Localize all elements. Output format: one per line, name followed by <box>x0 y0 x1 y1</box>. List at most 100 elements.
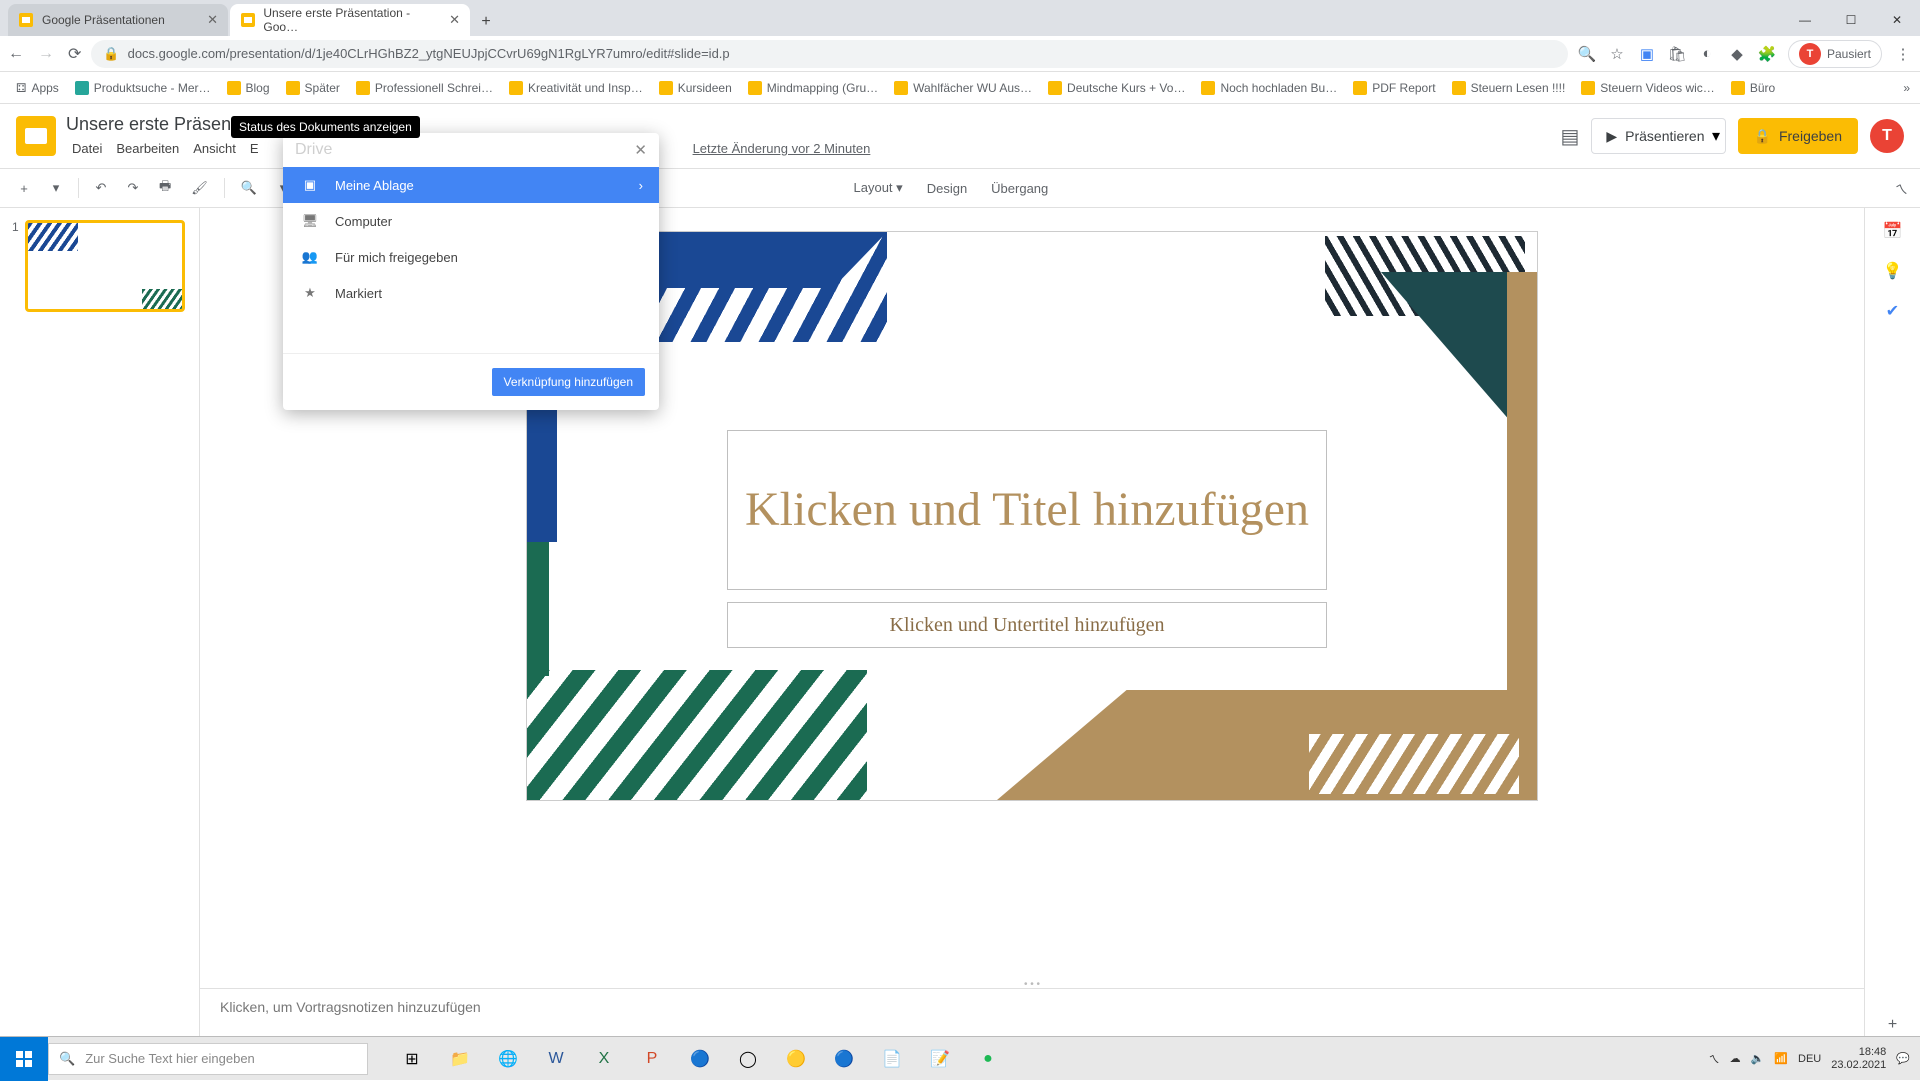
keep-icon[interactable]: 💡 <box>1882 260 1904 282</box>
bookmark-item[interactable]: Steuern Videos wic… <box>1575 81 1721 95</box>
zoom-button[interactable]: 🔍 <box>235 175 263 201</box>
extensions-button[interactable]: 🧩 <box>1758 45 1776 63</box>
menu-view[interactable]: Ansicht <box>187 139 242 158</box>
bookmark-item[interactable]: Professionell Schrei… <box>350 81 499 95</box>
start-button[interactable] <box>0 1037 48 1081</box>
menu-edit[interactable]: Bearbeiten <box>110 139 185 158</box>
extension-icon[interactable]: ◐ <box>1698 45 1716 63</box>
bookmark-item[interactable]: Blog <box>221 81 276 95</box>
maximize-button[interactable]: ☐ <box>1828 4 1874 36</box>
account-avatar[interactable]: T <box>1870 119 1904 153</box>
popover-item-shared[interactable]: 👥 Für mich freigegeben <box>283 239 659 275</box>
popover-item-starred[interactable]: ★ Markiert <box>283 275 659 311</box>
bookmark-item[interactable]: Später <box>280 81 346 95</box>
slide-thumbnail[interactable] <box>25 220 185 312</box>
add-addon-button[interactable]: + <box>1882 1014 1904 1036</box>
taskbar-app[interactable]: 📝 <box>916 1037 964 1081</box>
menu-truncated[interactable]: E <box>244 139 265 158</box>
taskbar-app-explorer[interactable]: 📁 <box>436 1037 484 1081</box>
reload-button[interactable]: ⟳ <box>68 44 81 64</box>
add-shortcut-button[interactable]: Verknüpfung hinzufügen <box>492 368 645 396</box>
last-edit-link[interactable]: Letzte Änderung vor 2 Minuten <box>687 139 877 158</box>
minimize-button[interactable]: — <box>1782 4 1828 36</box>
extension-icon[interactable]: ◆ <box>1728 45 1746 63</box>
address-bar: ← → ⟳ 🔒 docs.google.com/presentation/d/1… <box>0 36 1920 72</box>
bookmark-item[interactable]: Büro <box>1725 81 1781 95</box>
chrome-menu-button[interactable]: ⋮ <box>1894 45 1912 63</box>
close-window-button[interactable]: ✕ <box>1874 4 1920 36</box>
extension-icon[interactable]: 🛍 <box>1668 45 1686 63</box>
redo-button[interactable]: ↷ <box>121 175 145 201</box>
apps-button[interactable]: ⚃Apps <box>10 81 65 95</box>
taskbar-app-spotify[interactable]: ● <box>964 1037 1012 1081</box>
bookmark-item[interactable]: Produktsuche - Mer… <box>69 81 217 95</box>
bookmark-item[interactable]: Kursideen <box>653 81 738 95</box>
menu-file[interactable]: Datei <box>66 139 108 158</box>
present-button[interactable]: ▶ Präsentieren <box>1591 118 1719 154</box>
tray-volume-icon[interactable]: 🔈 <box>1751 1052 1765 1065</box>
browser-tab[interactable]: Google Präsentationen ✕ <box>8 4 228 36</box>
bookmark-item[interactable]: Steuern Lesen !!!! <box>1446 81 1572 95</box>
popover-item-my-drive[interactable]: ▣ Meine Ablage › <box>283 167 659 203</box>
back-button[interactable]: ← <box>8 45 24 63</box>
design-button[interactable]: Design <box>919 177 975 200</box>
taskbar-app[interactable]: ◯ <box>724 1037 772 1081</box>
collapse-toolbar-button[interactable]: ㄟ <box>1895 179 1908 198</box>
task-view-button[interactable]: ⊞ <box>388 1037 436 1081</box>
layout-dropdown[interactable]: Layout ▾ <box>846 176 911 200</box>
tray-chevron-icon[interactable]: ㄟ <box>1709 1051 1720 1067</box>
zoom-icon[interactable]: 🔍 <box>1578 45 1596 63</box>
taskbar-app[interactable]: 🌐 <box>484 1037 532 1081</box>
bookmark-item[interactable]: PDF Report <box>1347 81 1441 95</box>
bookmark-item[interactable]: Noch hochladen Bu… <box>1195 81 1343 95</box>
taskbar-app-word[interactable]: W <box>532 1037 580 1081</box>
browser-tab-active[interactable]: Unsere erste Präsentation - Goo… ✕ <box>230 4 470 36</box>
share-button[interactable]: 🔒 Freigeben <box>1738 118 1858 154</box>
url-input[interactable]: 🔒 docs.google.com/presentation/d/1je40CL… <box>91 40 1568 68</box>
new-slide-dropdown[interactable]: ▾ <box>44 175 68 201</box>
bookmark-item[interactable]: Kreativität und Insp… <box>503 81 649 95</box>
bookmark-item[interactable]: Wahlfächer WU Aus… <box>888 81 1038 95</box>
taskbar-app-chrome[interactable]: 🟡 <box>772 1037 820 1081</box>
tray-cloud-icon[interactable]: ☁ <box>1730 1052 1741 1065</box>
popover-item-computer[interactable]: 🖥 Computer <box>283 203 659 239</box>
taskbar-search[interactable]: 🔍 Zur Suche Text hier eingeben <box>48 1043 368 1075</box>
tray-clock[interactable]: 18:48 23.02.2021 <box>1831 1046 1886 1071</box>
undo-button[interactable]: ↶ <box>89 175 113 201</box>
present-dropdown[interactable]: ▾ <box>1708 118 1726 154</box>
slides-logo-icon[interactable] <box>16 116 56 156</box>
close-icon[interactable]: ✕ <box>634 141 647 159</box>
tray-notifications-icon[interactable]: 💬 <box>1896 1052 1910 1065</box>
taskbar-app[interactable]: 🔵 <box>676 1037 724 1081</box>
comments-button[interactable]: ▤ <box>1560 124 1579 149</box>
bookmark-item[interactable]: Deutsche Kurs + Vo… <box>1042 81 1191 95</box>
slide-decoration <box>1277 272 1537 452</box>
bookmarks-overflow[interactable]: » <box>1903 81 1910 95</box>
close-icon[interactable]: ✕ <box>449 12 460 28</box>
transition-button[interactable]: Übergang <box>983 177 1056 200</box>
paint-format-button[interactable]: 🖌 <box>185 175 214 201</box>
lock-icon: 🔒 <box>103 46 119 62</box>
taskbar-app-powerpoint[interactable]: P <box>628 1037 676 1081</box>
print-button[interactable]: 🖶 <box>153 175 177 201</box>
slide-canvas[interactable]: Klicken und Titel hinzufügen Klicken und… <box>527 232 1537 800</box>
bookmark-item[interactable]: Mindmapping (Gru… <box>742 81 884 95</box>
notes-splitter[interactable]: • • • <box>200 980 1864 988</box>
taskbar-app[interactable]: 📄 <box>868 1037 916 1081</box>
extension-icon[interactable]: ▣ <box>1638 45 1656 63</box>
new-slide-button[interactable]: + <box>12 175 36 201</box>
tray-language[interactable]: DEU <box>1798 1053 1821 1065</box>
star-icon[interactable]: ☆ <box>1608 45 1626 63</box>
profile-paused-button[interactable]: T Pausiert <box>1788 40 1882 68</box>
taskbar-app-edge[interactable]: 🔵 <box>820 1037 868 1081</box>
close-icon[interactable]: ✕ <box>207 12 218 28</box>
tasks-icon[interactable]: ✔ <box>1882 300 1904 322</box>
new-tab-button[interactable]: + <box>472 8 500 36</box>
title-placeholder[interactable]: Klicken und Titel hinzufügen <box>727 430 1327 590</box>
speaker-notes[interactable]: Klicken, um Vortragsnotizen hinzuzufügen <box>200 988 1864 1036</box>
tray-wifi-icon[interactable]: 📶 <box>1774 1052 1788 1065</box>
calendar-icon[interactable]: 📅 <box>1882 220 1904 242</box>
subtitle-placeholder[interactable]: Klicken und Untertitel hinzufügen <box>727 602 1327 648</box>
forward-button[interactable]: → <box>38 45 54 63</box>
taskbar-app-excel[interactable]: X <box>580 1037 628 1081</box>
